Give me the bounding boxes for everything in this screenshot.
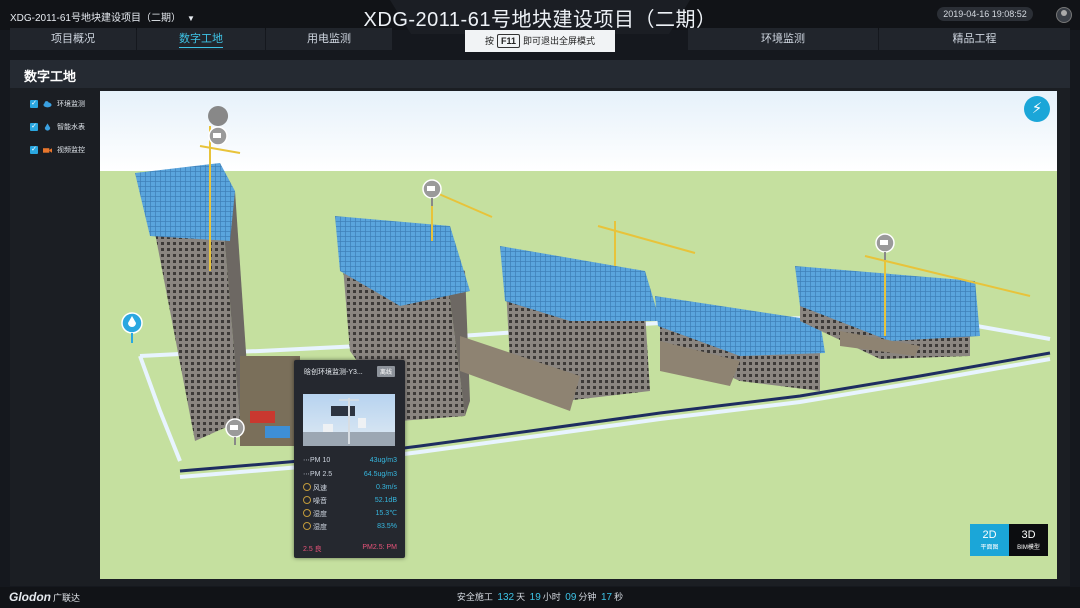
sky [100,91,1057,171]
environment-monitor-popup: 晗创环境监测-Y3... 离线 ⋯PM 10 43ug/m3 ⋯PM 2.5 64.… [294,360,405,558]
tab-label: 项目概况 [51,33,95,45]
tab-power-monitoring[interactable]: 用电监测 [266,28,392,50]
tab-label: 精品工程 [952,33,997,45]
pm25-icon: ⋯ [303,471,310,478]
reading-label: 噪音 [313,498,327,505]
checkbox-icon[interactable]: ✓ [30,146,38,155]
tab-label: 数字工地 [179,33,223,48]
tip-suffix: 即可退出全屏模式 [523,36,596,46]
user-avatar-icon[interactable] [1056,7,1072,23]
reading-wind: 风速 0.3m/s [303,483,397,493]
reading-noise: 噪音 52.1dB [303,496,397,506]
seconds-value: 17 [600,592,613,603]
humidity-icon [303,522,311,530]
days-unit: 天 [516,592,526,602]
minutes-value: 09 [565,592,577,603]
tip-prefix: 按 [484,36,494,46]
section-header: 数字工地 [10,60,1070,88]
temperature-icon [303,509,311,517]
layer-label: 环境监测 [57,101,85,108]
noise-icon [303,496,311,504]
wind-icon [303,483,311,491]
view-2d-button[interactable]: 2D 平面图 [970,524,1009,556]
reading-value: 64.5ug/m3 [363,471,397,478]
safety-label: 安全施工 [456,592,493,602]
bolt-icon[interactable]: ⚡ [1024,96,1050,122]
tab-project-overview[interactable]: 项目概况 [10,28,136,50]
reading-humidity: 湿度 83.5% [303,522,397,532]
view-2d-sublabel: 平面图 [980,545,999,551]
reading-label: 湿度 [313,511,327,518]
layer-water-meter[interactable]: ✓ 智能水表 [30,122,85,134]
pm25-summary: PM2.5: PM [362,544,397,551]
reading-label: PM 2.5 [310,471,333,478]
reading-value: 43ug/m3 [369,457,397,464]
minutes-unit: 分钟 [578,592,597,602]
layer-legend: ✓ 环境监测 ✓ 智能水表 ✓ 视频监控 [30,99,85,168]
monitor-station-photo [303,394,395,446]
section-title: 数字工地 [24,69,77,84]
fullscreen-tip: 按 F11 即可退出全屏模式 [465,30,615,52]
cloud-icon [43,101,52,108]
reading-pm25: ⋯PM 2.5 64.5ug/m3 [303,470,397,480]
layer-label: 智能水表 [57,124,85,131]
layer-environment[interactable]: ✓ 环境监测 [30,99,85,111]
reading-label: 湿度 [313,524,327,531]
checkbox-icon[interactable]: ✓ [30,123,38,132]
pm10-icon: ⋯ [303,457,310,464]
reading-value: 15.3℃ [375,510,398,517]
water-drop-icon [44,123,51,131]
view-2d-label: 2D [982,529,997,541]
view-3d-label: 3D [1021,529,1036,541]
seconds-unit: 秒 [614,592,624,602]
tab-label: 环境监测 [761,33,805,45]
safety-counter: 安全施工 132 天 19 小时 09 分钟 17 秒 [0,590,1080,603]
reading-label: PM 10 [310,457,331,464]
hours-unit: 小时 [542,592,561,602]
tab-environment-monitoring[interactable]: 环境监测 [688,28,878,50]
offline-badge: 离线 [377,366,396,377]
days-value: 132 [497,592,515,603]
reading-pm10: ⋯PM 10 43ug/m3 [303,456,397,466]
f11-key: F11 [496,34,520,48]
site-scene [100,91,1057,579]
tab-digital-site[interactable]: 数字工地 [137,28,265,50]
reading-value: 83.5% [377,523,397,530]
checkbox-icon[interactable]: ✓ [30,100,38,109]
bottom-bar: Glodon 广联达 安全施工 132 天 19 小时 09 分钟 17 秒 [0,587,1080,608]
datetime-display: 2019-04-16 19:08:52 [937,7,1033,21]
view-3d-sublabel: BIM模型 [1017,545,1040,551]
layer-video[interactable]: ✓ 视频监控 [30,145,85,157]
layer-label: 视频监控 [57,147,85,154]
reading-value: 0.3m/s [375,484,397,491]
station-image [303,398,395,446]
hours-value: 19 [529,592,541,603]
view-mode-toggle: 2D 平面图 3D BIM模型 [970,524,1048,556]
aqi-level: 2.5 良 [303,546,322,553]
site-3d-viewport[interactable] [100,91,1057,579]
reading-temperature: 湿度 15.3℃ [303,509,397,519]
view-3d-button[interactable]: 3D BIM模型 [1009,524,1048,556]
reading-value: 52.1dB [374,497,397,504]
reading-label: 风速 [313,485,327,492]
tab-quality-project[interactable]: 精品工程 [879,28,1070,50]
popup-title: 晗创环境监测-Y3... [304,369,363,376]
camera-icon [43,148,52,153]
popup-footer: 2.5 良 PM2.5: PM [303,544,397,554]
tab-label: 用电监测 [307,33,351,45]
